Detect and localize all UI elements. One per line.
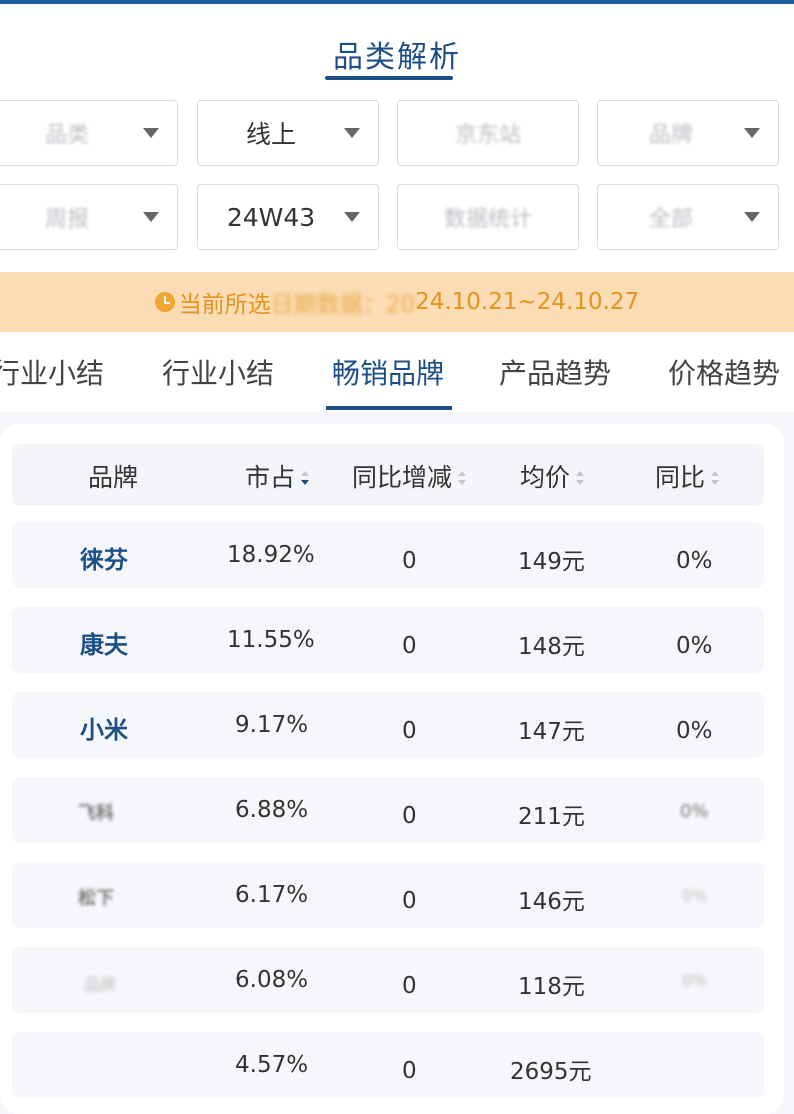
col-price-label: 均价 (520, 463, 571, 492)
category-select[interactable]: 品类 (0, 100, 178, 166)
row-yoy: 0% (676, 548, 713, 574)
row-brand[interactable]: 松下 (78, 884, 114, 910)
category-select-value: 品类 (44, 123, 89, 148)
stat-type-field-value: 数据统计 (443, 207, 532, 232)
row-share: 6.17% (235, 882, 309, 908)
col-yoy-label: 同比 (655, 463, 706, 492)
row-brand[interactable]: 小米 (80, 710, 128, 745)
row-share: 18.92% (227, 542, 315, 568)
row-share: 9.17% (235, 712, 309, 738)
tab-price-trends[interactable]: 价格趋势 (668, 352, 780, 392)
col-share-label: 市占 (245, 463, 296, 492)
channel-select[interactable]: 线上 (197, 100, 379, 166)
table-row[interactable]: 4.57% 0 2695元 (12, 1032, 764, 1098)
scope-select[interactable]: 全部 (597, 184, 779, 250)
row-share: 11.55% (227, 627, 315, 653)
col-change[interactable]: 同比增减 (352, 458, 467, 494)
row-price: 149元 (518, 549, 585, 575)
row-yoy: 0% (676, 633, 713, 659)
sort-icon (301, 471, 310, 487)
period-select-value: 周报 (44, 207, 89, 232)
brand-table-card: 品牌 市占 同比增减 均价 同比 徕芬 18.92% 0 149元 0% 康夫 … (0, 424, 784, 1114)
chevron-down-icon (344, 128, 360, 138)
banner-prefix: 当前所选 (178, 292, 271, 318)
table-row[interactable]: 康夫 11.55% 0 148元 0% (12, 607, 764, 673)
col-yoy[interactable]: 同比 (655, 458, 720, 494)
chevron-down-icon (744, 128, 760, 138)
chevron-down-icon (143, 128, 159, 138)
filter-panel: 品类 线上 京东站 品牌 周报 24W43 数据统计 全部 (0, 86, 794, 272)
tab-industry-summary-1[interactable]: 行业小结 (0, 352, 104, 392)
platform-field-value: 京东站 (454, 123, 521, 148)
table-row[interactable]: 松下 6.17% 0 146元 0% (12, 862, 764, 928)
sort-icon (576, 471, 585, 487)
row-share: 4.57% (235, 1052, 309, 1078)
col-change-label: 同比增减 (352, 463, 453, 492)
row-yoy: 0% (682, 886, 708, 905)
brand-select-value: 品牌 (648, 123, 693, 148)
row-price: 146元 (518, 889, 585, 915)
table-row[interactable]: 飞科 6.88% 0 211元 0% (12, 777, 764, 843)
stat-type-field[interactable]: 数据统计 (397, 184, 579, 250)
row-change: 0 (402, 888, 417, 914)
platform-field[interactable]: 京东站 (397, 100, 579, 166)
col-brand: 品牌 (88, 463, 139, 492)
row-change: 0 (402, 1058, 417, 1084)
sort-icon (711, 471, 720, 487)
row-brand[interactable]: 徕芬 (80, 540, 128, 575)
tab-top-brands[interactable]: 畅销品牌 (332, 352, 444, 392)
chevron-down-icon (344, 212, 360, 222)
banner-date-range: 24.10.21~24.10.27 (415, 289, 640, 315)
active-tab-indicator (326, 406, 452, 410)
row-price: 148元 (518, 634, 585, 660)
col-share[interactable]: 市占 (245, 458, 310, 494)
row-change: 0 (402, 973, 417, 999)
week-select-value: 24W43 (226, 202, 316, 232)
row-yoy: 0% (682, 971, 708, 990)
period-select[interactable]: 周报 (0, 184, 178, 250)
row-yoy: 0% (680, 801, 709, 822)
row-price: 118元 (518, 974, 585, 1000)
week-select[interactable]: 24W43 (197, 184, 379, 250)
row-brand[interactable]: 品牌 (84, 971, 116, 995)
chevron-down-icon (143, 212, 159, 222)
brand-select[interactable]: 品牌 (597, 100, 779, 166)
sort-icon (458, 471, 467, 487)
col-price[interactable]: 均价 (520, 458, 585, 494)
title-underline (325, 76, 453, 80)
row-change: 0 (402, 548, 417, 574)
table-row[interactable]: 小米 9.17% 0 147元 0% (12, 692, 764, 758)
row-change: 0 (402, 803, 417, 829)
tab-industry-summary-2[interactable]: 行业小结 (162, 352, 274, 392)
scope-select-value: 全部 (648, 207, 693, 232)
row-price: 147元 (518, 719, 585, 745)
table-row[interactable]: 徕芬 18.92% 0 149元 0% (12, 522, 764, 588)
row-yoy: 0% (676, 718, 713, 744)
channel-select-value: 线上 (245, 120, 296, 149)
page-title: 品类解析 (333, 40, 461, 75)
row-change: 0 (402, 718, 417, 744)
row-share: 6.88% (235, 797, 309, 823)
banner-blurred-text: 日期数据：20 (270, 292, 416, 318)
row-change: 0 (402, 633, 417, 659)
date-range-banner: 当前所选 日期数据：20 24.10.21~24.10.27 (0, 272, 794, 332)
table-header: 品牌 市占 同比增减 均价 同比 (12, 444, 764, 506)
chevron-down-icon (744, 212, 760, 222)
row-price: 211元 (518, 804, 585, 830)
row-brand[interactable]: 康夫 (80, 625, 128, 660)
tab-bar: 行业小结 行业小结 畅销品牌 产品趋势 价格趋势 (0, 332, 794, 412)
page-header: 品类解析 (0, 4, 794, 86)
row-brand[interactable]: 飞科 (78, 799, 114, 825)
table-row[interactable]: 品牌 6.08% 0 118元 0% (12, 947, 764, 1013)
clock-icon (154, 292, 175, 312)
row-share: 6.08% (235, 967, 309, 993)
tab-product-trends[interactable]: 产品趋势 (499, 352, 611, 392)
row-price: 2695元 (510, 1059, 592, 1085)
